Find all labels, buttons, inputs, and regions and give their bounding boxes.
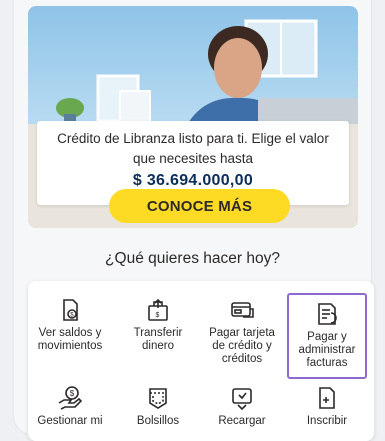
promo-text: Crédito de Libranza listo para ti. Elige… (57, 131, 329, 166)
action-bolsillos[interactable]: Bolsillos (118, 385, 198, 428)
action-gestionar[interactable]: $ Gestionar mi (30, 385, 110, 428)
action-transferir[interactable]: $ Transferir dinero (118, 297, 198, 353)
action-label: Pagar y administrar facturas (298, 331, 356, 369)
action-pagar-tarjeta[interactable]: Pagar tarjeta de crédito y créditos (202, 297, 282, 366)
action-label: Transferir dinero (133, 327, 183, 352)
action-label: Gestionar mi (37, 415, 103, 427)
transfer-icon: $ (148, 298, 168, 321)
add-document-icon (319, 387, 335, 409)
action-pagar-facturas[interactable]: Pagar y administrar facturas (287, 293, 367, 379)
action-label: Bolsillos (136, 415, 180, 427)
pocket-icon (149, 388, 167, 409)
action-label: Ver saldos y movimientos (37, 327, 103, 352)
promo-amount: $ 36.694.000,00 (132, 172, 254, 189)
credit-card-icon (231, 302, 254, 318)
conoce-mas-button[interactable]: CONOCE MÁS (109, 189, 290, 223)
invoice-icon (318, 303, 337, 325)
wallet-icon: $ (63, 299, 78, 321)
action-label: Pagar tarjeta de crédito y créditos (209, 327, 275, 365)
action-ver-saldos[interactable]: $ Ver saldos y movimientos (30, 297, 110, 353)
section-question: ¿Qué quieres hacer hoy? (105, 250, 280, 267)
action-inscribir[interactable]: Inscribir (287, 385, 367, 428)
svg-text:$: $ (156, 312, 160, 319)
action-recargar[interactable]: Recargar (202, 385, 282, 428)
recharge-icon (232, 388, 252, 411)
action-label: Recargar (218, 415, 266, 427)
action-label: Inscribir (306, 415, 348, 427)
svg-text:$: $ (70, 389, 75, 398)
actions-panel: $ Ver saldos y movimientos $ Transferir … (28, 281, 374, 441)
hand-money-icon: $ (58, 386, 83, 410)
